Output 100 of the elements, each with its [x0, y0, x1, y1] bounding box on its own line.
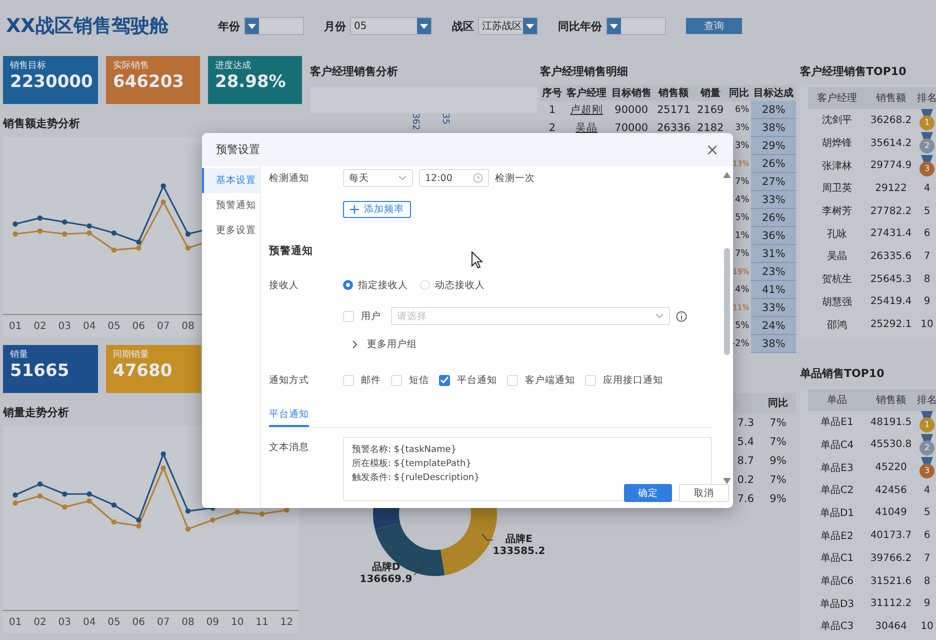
- table-cell: 25292.1: [870, 319, 912, 330]
- radio-label: 指定接收人: [358, 278, 408, 292]
- table-cell-text: 单品E2: [820, 530, 854, 543]
- filter-select[interactable]: 江苏战区: [478, 17, 538, 35]
- rank-number: 2: [924, 141, 930, 150]
- checkbox[interactable]: [439, 374, 450, 386]
- manager-link[interactable]: 卢超刚: [570, 104, 604, 116]
- scroll-down-icon[interactable]: [723, 478, 731, 484]
- table-cell: 25645.3: [870, 274, 912, 285]
- nav-item[interactable]: 更多设置: [202, 218, 260, 243]
- table-cell: 2169: [696, 104, 724, 116]
- column-header: 目标达成: [751, 85, 796, 101]
- close-button[interactable]: ×: [704, 140, 721, 159]
- table-cell-text: 单品D3: [820, 598, 854, 611]
- table-cell: 36%: [751, 226, 796, 244]
- axis-label: 07: [156, 616, 171, 628]
- dialog-button[interactable]: 确定: [624, 484, 672, 502]
- axis-label: 07: [156, 320, 171, 332]
- radio-button[interactable]: [343, 280, 353, 290]
- axis-label: 05: [106, 616, 122, 628]
- table-cell: 9: [924, 598, 930, 610]
- table-cell: 5: [924, 206, 930, 217]
- dashboard-title: XX战区销售驾驶舱: [6, 14, 170, 39]
- checkbox-label: 邮件: [361, 374, 381, 386]
- table-cell: 48191.5: [870, 416, 912, 428]
- scroll-up-icon[interactable]: [723, 172, 731, 178]
- kpi-label: 实际销售: [113, 60, 150, 72]
- filter-label: 月份: [324, 18, 346, 34]
- axis-label: 08: [180, 320, 196, 332]
- time-field[interactable]: 12:00: [419, 169, 489, 187]
- section-title: 客户经理销售TOP10: [800, 64, 906, 79]
- leader-line: [482, 533, 494, 540]
- frequency-select[interactable]: 每天: [343, 169, 413, 187]
- nav-item[interactable]: 基本设置: [202, 168, 260, 193]
- data-point: [160, 183, 166, 189]
- table-cell-text: 沈剑平: [822, 114, 852, 128]
- data-point: [185, 231, 191, 237]
- data-point: [37, 481, 43, 487]
- data-point: [62, 504, 68, 510]
- table-cell: 90000: [614, 104, 648, 116]
- table-cell: 2182: [696, 122, 724, 134]
- table-cell-text: 单品D1: [820, 506, 854, 520]
- table-cell: 3%: [735, 140, 750, 150]
- table-cell: 9%: [770, 492, 786, 504]
- plus-icon: [350, 205, 359, 214]
- table-cell: 29%: [751, 136, 796, 154]
- filter-select[interactable]: [606, 17, 666, 35]
- table-cell: 27431.4: [870, 228, 912, 240]
- table-cell: 30464: [875, 620, 907, 632]
- table-cell-text: 单品C1: [820, 552, 854, 566]
- chart-label: 136669.9: [360, 574, 412, 584]
- column-header: 销量: [694, 85, 727, 101]
- data-point: [62, 231, 68, 237]
- medal-icon: [919, 154, 935, 177]
- table-cell-text: 胡烨锋: [822, 136, 852, 150]
- data-point: [12, 221, 18, 227]
- data-point: [111, 519, 117, 525]
- kpi-label: 同期销量: [113, 348, 150, 361]
- table-cell: 4%: [735, 284, 750, 294]
- data-point: [12, 500, 18, 506]
- data-point: [210, 517, 216, 523]
- rank-number: 3: [924, 164, 930, 173]
- table-cell: 31%: [751, 244, 796, 262]
- table-cell: 8: [924, 274, 930, 285]
- checkbox-label: 用户: [361, 310, 381, 322]
- filter-select[interactable]: 05: [350, 17, 432, 35]
- table-cell: 27%: [751, 172, 796, 190]
- table-cell: 5%: [735, 212, 750, 222]
- filter-select[interactable]: [244, 17, 304, 35]
- table-cell: 2: [548, 122, 556, 134]
- axis-label: 04: [82, 320, 97, 332]
- tab[interactable]: 平台通知: [269, 405, 309, 427]
- data-point: [185, 526, 191, 532]
- kpi-value: 2230000: [10, 72, 91, 92]
- table-cell: 45530.8: [870, 439, 912, 450]
- table-cell: 5.4: [737, 436, 754, 448]
- table-cell: 33%: [751, 298, 796, 316]
- kpi-value: 51665: [10, 361, 70, 381]
- section-title: 客户经理销售分析: [310, 64, 398, 79]
- manager-link[interactable]: 吴晶: [576, 122, 598, 134]
- data-point: [185, 508, 191, 514]
- more-user-groups-toggle[interactable]: 更多用户组: [343, 338, 417, 350]
- table-cell: 27782.2: [870, 206, 912, 217]
- table-cell: 7%: [735, 176, 750, 186]
- nav-item[interactable]: 预警通知: [202, 193, 260, 218]
- section-title: 单品销售TOP10: [800, 366, 884, 381]
- table-cell: 0.2: [737, 474, 754, 486]
- table-cell: 4: [924, 484, 930, 496]
- checkbox-label: 客户端通知: [525, 374, 575, 386]
- data-point: [37, 228, 43, 234]
- table-cell: 26%: [751, 154, 796, 172]
- add-frequency-button[interactable]: 添加频率: [343, 201, 411, 218]
- axis-label: 01: [8, 320, 23, 332]
- table-cell: 3%: [735, 122, 750, 132]
- axis-label: 03: [57, 616, 72, 628]
- dialog-button[interactable]: 取消: [679, 484, 729, 502]
- filter-label: 战区: [452, 18, 474, 34]
- query-button[interactable]: 查询: [686, 18, 742, 34]
- axis-label: 04: [82, 616, 97, 628]
- table-cell: 24%: [751, 316, 796, 334]
